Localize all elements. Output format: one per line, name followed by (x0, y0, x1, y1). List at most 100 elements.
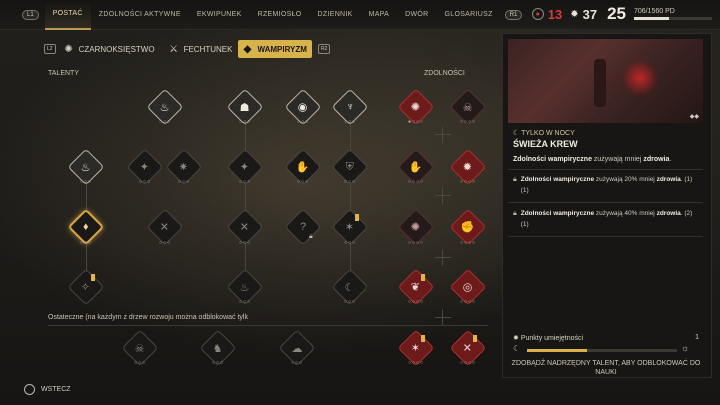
upgrade-text: Zdolności wampiryczne zużywają 40% mniej… (521, 208, 701, 230)
blood-claw-icon: ✶ (411, 342, 421, 355)
upgrade-keyword: Zdolności wampiryczne (520, 176, 595, 183)
panel-divider (508, 202, 703, 203)
skill-points-bar-fill (527, 349, 587, 352)
talent-tag-text: Tylko w nocy (521, 130, 575, 137)
flame-icon: ♨ (160, 101, 170, 114)
subtab-fechtunek[interactable]: ⚔ Fechtunek (167, 42, 232, 56)
upgrade-text-mid: zużywają 20% mniej (594, 176, 657, 183)
ultimate-rank-dots: ○○○ (290, 360, 304, 366)
talent-rank-dots: ○○○ (138, 179, 152, 185)
talent-rank-dots: ○○○ (343, 179, 357, 185)
sword-icon: ⚔ (169, 43, 179, 55)
tab-glosariusz[interactable]: Glosariusz (437, 0, 501, 30)
new-indicator-icon (421, 274, 425, 281)
tab-zdolnosci-aktywne[interactable]: Zdolności aktywne (91, 0, 189, 30)
tree-cross (435, 127, 451, 143)
talent-rank-dots: ○○○ (343, 119, 357, 125)
ultimate-rank-dots: ○○○ (133, 360, 147, 366)
blood-count: 13 (547, 6, 563, 22)
skill-points-label-text: Punkty umiejętności (520, 335, 584, 342)
rune-icon: ✧ (81, 281, 91, 294)
blood-burst (618, 61, 662, 95)
ability-rank-dots: ○○○○ (459, 179, 477, 185)
fang-icon: ✦ (240, 161, 250, 174)
talent-description: Zdolności wampiryczne zużywają mniej zdr… (513, 156, 703, 163)
desc-text: . (669, 156, 672, 163)
panel-divider (508, 236, 703, 237)
sorcery-icon: ✺ (64, 43, 73, 55)
upgrade-text: Zdolności wampiryczne zużywają 20% mniej… (521, 174, 701, 196)
character-figure (594, 59, 606, 107)
talent-rank-dots: ○○○ (238, 299, 252, 305)
ability-rank-dots: ●○○○ (407, 119, 425, 125)
drop-icon: ✷ (179, 161, 189, 174)
lock-icon: 🔒︎ (513, 176, 517, 183)
subtab-czarnoksiestwo[interactable]: ✺ Czarnoksięstwo (62, 42, 155, 56)
eye-icon: ◉ (298, 101, 308, 114)
talent-rank-dots: ○○○ (296, 179, 310, 185)
wolf-icon: ☾ (345, 281, 355, 294)
hand-blood-icon: ✋ (409, 161, 423, 174)
slash-red-icon: ✕ (463, 342, 473, 355)
subtab-label: Czarnoksięstwo (78, 44, 155, 54)
tab-postac[interactable]: Postać (44, 0, 91, 30)
tab-dziennik[interactable]: Dziennik (310, 0, 361, 30)
back-button[interactable]: Wstecz (24, 384, 71, 395)
lock-icon: 🔒︎ (513, 210, 517, 217)
grab-icon: ✊ (461, 221, 475, 234)
tree-cross (435, 188, 451, 204)
character-stats: ● 13 ✹ 37 25 706/1560 PD (531, 4, 712, 24)
wings-icon: ❦ (411, 281, 421, 294)
l2-button-hint[interactable]: L2 (44, 44, 56, 54)
xp-bar (634, 17, 712, 20)
tab-dwor[interactable]: Dwór (397, 0, 436, 30)
talent-rank-dots: ○○○ (158, 119, 172, 125)
shield-icon: ⛨ (345, 160, 355, 173)
tab-ekwipunek[interactable]: Ekwipunek (189, 0, 250, 30)
xp-box: 706/1560 PD (634, 8, 712, 20)
bite-icon: ✶ (345, 221, 355, 234)
ability-rank-dots: ○○○○ (459, 360, 477, 366)
new-indicator-icon (421, 335, 425, 342)
talent-rank-dots: ○○○ (158, 240, 172, 246)
talent-title: Świeża krew (513, 139, 578, 149)
r1-button-hint[interactable]: R1 (504, 9, 523, 20)
tab-mapa[interactable]: Mapa (361, 0, 398, 30)
hand-icon: ✋ (296, 161, 310, 174)
ability-rank-dots: ○○○○ (459, 299, 477, 305)
talent-detail-panel: ◆◆ ☾ Tylko w nocy Świeża krew Zdolności … (502, 33, 712, 378)
tree-connector (350, 120, 351, 288)
talent-preview-image: ◆◆ (508, 39, 703, 123)
ability-rank-dots: ○○○○ (407, 360, 425, 366)
main-tabs: Postać Zdolności aktywne Ekwipunek Rzemi… (44, 0, 501, 30)
slash-icon: ✕ (240, 221, 250, 234)
upgrade-keyword: zdrowia (656, 210, 681, 217)
new-indicator-icon (473, 335, 477, 342)
resource-count: 37 (582, 6, 598, 22)
upgrade-keyword: zdrowia (656, 176, 681, 183)
preview-corner-icon: ◆◆ (689, 114, 699, 120)
top-navigation-bar: L1 Postać Zdolności aktywne Ekwipunek Rz… (0, 0, 720, 30)
new-indicator-icon (91, 274, 95, 281)
ability-rank-dots: ○○○○ (407, 299, 425, 305)
orb-icon: ◎ (463, 281, 473, 294)
character-level: 25 (607, 4, 626, 23)
mask-icon: ☗ (240, 101, 250, 114)
moon-icon: ☾ (513, 344, 521, 353)
l1-button-hint[interactable]: L1 (22, 9, 39, 20)
tree-cross (435, 310, 451, 326)
r2-button-hint[interactable]: R2 (317, 44, 331, 54)
skull-icon: ☠ (463, 101, 473, 114)
subtab-wampiryzm[interactable]: ◆ Wampiryzm (238, 40, 312, 58)
flame-dark-icon: ♨ (240, 281, 250, 294)
talent-rank-dots: ○○○ (177, 179, 191, 185)
divider (48, 325, 488, 326)
ability-rank-dots: ○○○○ (407, 240, 425, 246)
ability-rank-dots: ○○○○ (459, 119, 477, 125)
tab-rzemioslo[interactable]: Rzemiosło (250, 0, 310, 30)
talent-rank-dots: ○○○ (238, 119, 252, 125)
desc-text: zużywają mniej (591, 156, 644, 163)
claw-icon: ♆ (345, 101, 355, 113)
skill-tree-tabs: L2 ✺ Czarnoksięstwo ⚔ Fechtunek ◆ Wampir… (44, 40, 331, 58)
ultimate-label: Ostateczne (na każdym z drzew rozwoju mo… (48, 314, 248, 321)
